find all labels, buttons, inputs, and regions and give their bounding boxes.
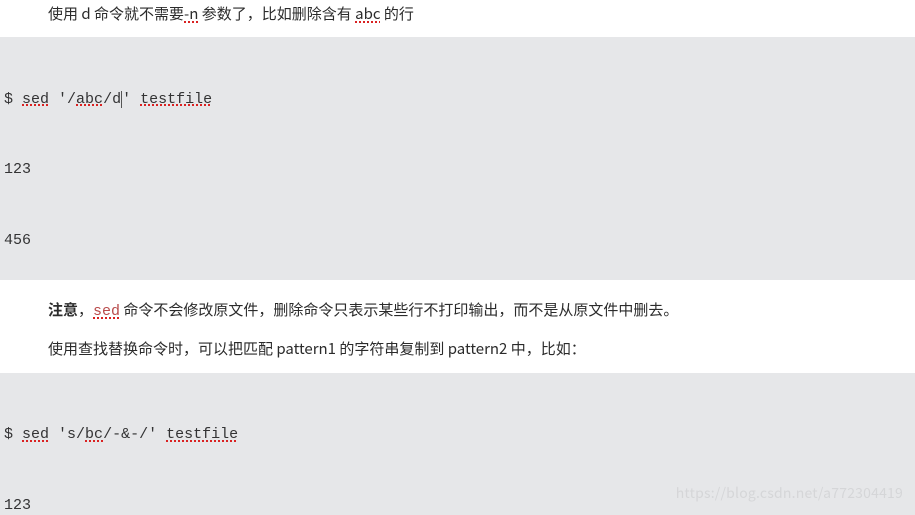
output-line: 123	[4, 158, 915, 182]
sed-keyword: sed	[22, 91, 49, 108]
intro-seg5: 的行	[381, 3, 414, 24]
arg-tail: /-&-/'	[103, 426, 166, 443]
arg-head: '/	[49, 91, 76, 108]
note-seg1: ，	[78, 299, 93, 320]
note-seg2: 命令不会修改原文件，删除命令只表示某些行不打印输出，而不是从原文件中删去。	[120, 299, 678, 320]
para2-text: 使用查找替换命令时，可以把匹配 pattern1 的字符串复制到 pattern…	[48, 338, 586, 359]
arg-pat: bc	[85, 426, 103, 443]
intro-seg1: 使用 d 命令就不需要	[48, 3, 184, 24]
intro-seg2: -n	[184, 3, 198, 24]
arg-head: 's/	[49, 426, 85, 443]
arg-pat: abc	[76, 91, 103, 108]
intro-seg3: 参数了，比如删除含有	[198, 3, 355, 24]
prompt: $	[4, 426, 22, 443]
arg-q: '	[122, 91, 140, 108]
code-block-2: $ sed 's/bc/-&-/' testfile 123 a-bc- 456…	[0, 373, 915, 515]
sed-keyword: sed	[22, 426, 49, 443]
sed-keyword: sed	[93, 303, 120, 320]
paragraph-intro: 使用 d 命令就不需要-n 参数了，比如删除含有 abc 的行	[0, 0, 915, 27]
note-label: 注意	[48, 299, 78, 320]
paragraph-note: 注意，sed 命令不会修改原文件，删除命令只表示某些行不打印输出，而不是从原文件…	[0, 296, 915, 325]
code-block-1: $ sed '/abc/d' testfile 123 456	[0, 37, 915, 280]
prompt: $	[4, 91, 22, 108]
arg-file: testfile	[140, 91, 212, 108]
paragraph-pattern-copy: 使用查找替换命令时，可以把匹配 pattern1 的字符串复制到 pattern…	[0, 335, 915, 362]
output-line: 456	[4, 229, 915, 253]
intro-seg4: abc	[355, 3, 380, 24]
arg-mid: /d	[103, 91, 121, 108]
output-line: 123	[4, 494, 915, 515]
arg-file: testfile	[166, 426, 238, 443]
